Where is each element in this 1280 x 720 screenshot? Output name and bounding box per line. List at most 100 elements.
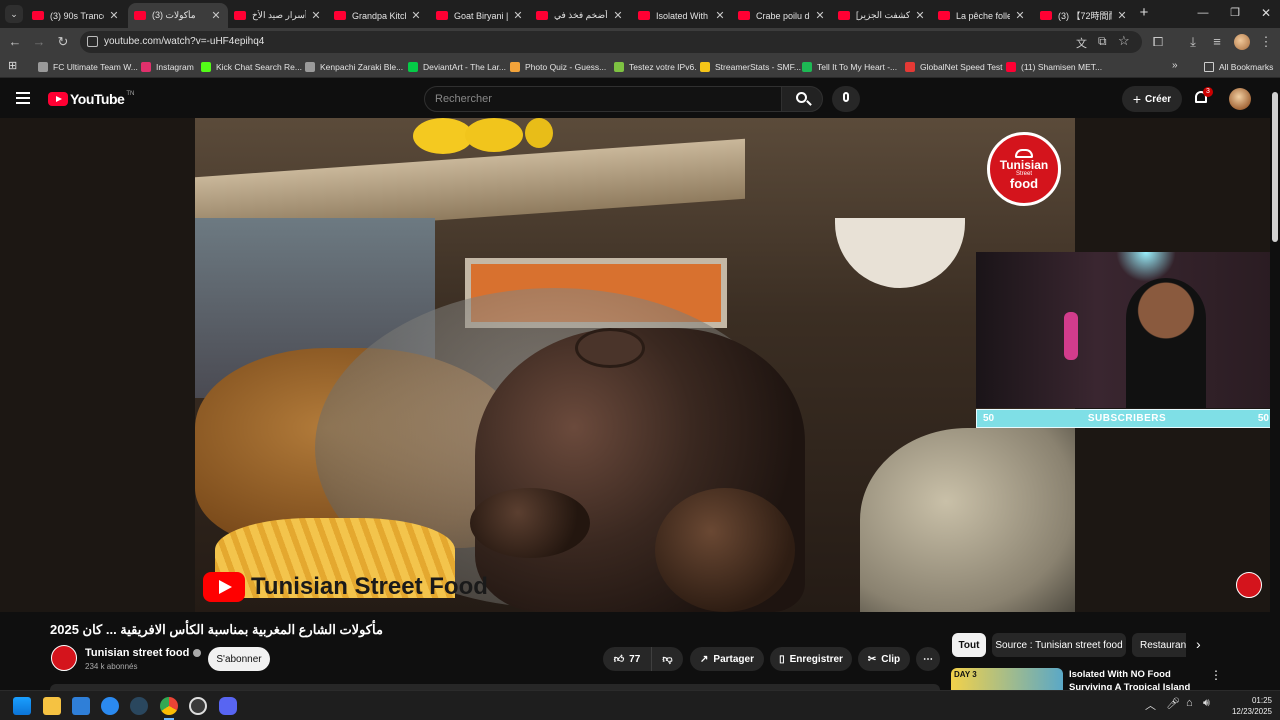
video-player[interactable]: Tunisian Street Food Tunisian Street foo… — [0, 118, 1270, 612]
all-bookmarks-folder[interactable]: All Bookmarks — [1204, 60, 1273, 74]
browser-tab[interactable]: Goat Biryani | ✕ — [430, 3, 530, 28]
tab-close-icon[interactable]: ✕ — [410, 9, 422, 22]
user-avatar[interactable] — [1229, 88, 1251, 110]
bookmark-item[interactable]: DeviantArt - The Lar... — [408, 60, 506, 74]
discord-icon[interactable] — [219, 697, 237, 715]
tab-close-icon[interactable]: ✕ — [612, 9, 624, 22]
extensions-icon[interactable]: ⧠ — [1150, 34, 1166, 50]
notifications-button[interactable]: 3 — [1192, 87, 1213, 109]
downloads-icon[interactable]: ⤓ — [1185, 34, 1201, 50]
browser-tab[interactable]: (3) 90s Trance ✕ — [26, 3, 126, 28]
window-close-icon[interactable]: ✕ — [1259, 4, 1273, 22]
tab-close-icon[interactable]: ✕ — [814, 9, 826, 22]
new-tab-icon[interactable]: + — [1136, 4, 1152, 22]
profile-avatar[interactable] — [1234, 34, 1250, 50]
browser-tab[interactable]: (3) 【72時間耐久 ✕ — [1034, 3, 1134, 28]
channel-avatar[interactable] — [51, 645, 77, 671]
apps-grid-icon[interactable]: ⊞ — [8, 60, 20, 72]
bookmark-item[interactable]: Instagram — [141, 60, 194, 74]
hamburger-menu-icon[interactable] — [16, 92, 30, 104]
browser-menu-icon[interactable]: ⋮ — [1258, 34, 1274, 50]
more-actions-button[interactable]: ⋯ — [916, 647, 940, 671]
bookmark-label: Testez votre IPv6. — [629, 62, 697, 72]
address-bar[interactable]: youtube.com/watch?v=-uHF4epihq4 文 ⧉ ☆ — [80, 31, 1142, 53]
translate-icon[interactable]: 文 — [1076, 35, 1087, 51]
bookmark-star-icon[interactable]: ☆ — [1118, 33, 1130, 49]
bookmark-item[interactable]: FC Ultimate Team W... — [38, 60, 138, 74]
tab-close-icon[interactable]: ✕ — [108, 9, 120, 22]
browser-tab[interactable]: أسرار صيد الأخ ✕ — [228, 3, 328, 28]
create-button[interactable]: + Créer — [1122, 86, 1182, 112]
start-windows-icon[interactable] — [13, 697, 31, 715]
bookmark-item[interactable]: Photo Quiz - Guess... — [510, 60, 606, 74]
tab-close-icon[interactable]: ✕ — [1014, 9, 1026, 22]
bookmark-item[interactable]: Tell It To My Heart -... — [802, 60, 897, 74]
like-button[interactable]: 👍︎ 77 — [603, 647, 651, 671]
tab-close-icon[interactable]: ✕ — [512, 9, 524, 22]
network-icon[interactable]: ⌂ — [1186, 697, 1193, 709]
grilled-eggplant — [575, 328, 645, 368]
channel-name[interactable]: Tunisian street food — [85, 647, 202, 659]
chips-next-icon[interactable]: › — [1196, 636, 1201, 652]
channel-watermark-icon[interactable] — [1236, 572, 1262, 598]
bookmark-item[interactable]: Testez votre IPv6. — [614, 60, 697, 74]
youtube-logo[interactable]: YouTube TN — [48, 91, 134, 107]
microphone-tray-icon[interactable]: 🎤︎ — [1166, 697, 1180, 710]
tray-overflow-icon[interactable]: ︿ — [1145, 697, 1156, 713]
subscribe-button[interactable]: S'abonner — [208, 647, 270, 671]
steam-icon[interactable] — [130, 697, 148, 715]
media-control-icon[interactable]: ≡ — [1209, 34, 1225, 50]
chip-restaurant[interactable]: Restaurant — [1132, 633, 1186, 657]
video-frame[interactable]: Tunisian Street Food Tunisian Street foo… — [195, 118, 1075, 612]
browser-tab[interactable]: Grandpa Kitch ✕ — [328, 3, 428, 28]
browser-tab[interactable]: La pêche folle ✕ — [932, 3, 1032, 28]
chip-source-channel[interactable]: Source : Tunisian street food — [992, 633, 1126, 657]
save-button[interactable]: ▯ Enregistrer — [770, 647, 852, 671]
reload-icon[interactable]: ↻ — [55, 34, 71, 50]
page-scrollbar[interactable] — [1272, 92, 1278, 242]
clock[interactable]: 01:25 12/23/2025 — [1222, 695, 1272, 717]
search-input[interactable]: Rechercher — [424, 86, 782, 112]
tab-search-button[interactable]: ⌄ — [5, 5, 23, 23]
tab-close-icon[interactable]: ✕ — [1116, 9, 1128, 22]
bookmark-item[interactable]: Kenpachi Zaraki Ble... — [305, 60, 403, 74]
obs-icon[interactable] — [189, 697, 207, 715]
browser-tab[interactable]: Isolated With N ✕ — [632, 3, 732, 28]
tab-close-icon[interactable]: ✕ — [714, 9, 726, 22]
search-button[interactable] — [781, 86, 823, 112]
recommended-thumbnail[interactable]: DAY 3 — [951, 668, 1063, 690]
minimize-icon[interactable]: — — [1196, 4, 1210, 22]
back-arrow-icon[interactable]: ← — [7, 34, 23, 50]
tab-close-icon[interactable]: ✕ — [210, 9, 222, 22]
share-button[interactable]: ↗ Partager — [690, 647, 764, 671]
bookmark-item[interactable]: (11) Shamisen MET... — [1006, 60, 1102, 74]
tab-close-icon[interactable]: ✕ — [310, 9, 322, 22]
restore-icon[interactable]: ❐ — [1228, 4, 1242, 22]
bookmark-item[interactable]: StreamerStats - SMF... — [700, 60, 801, 74]
voice-search-button[interactable] — [832, 86, 860, 112]
subscriber-count: 234 k abonnés — [85, 662, 138, 671]
chip-all[interactable]: Tout — [952, 633, 986, 657]
media-player-icon[interactable] — [101, 697, 119, 715]
bookmark-favicon-icon — [700, 62, 710, 72]
forward-arrow-icon[interactable]: → — [31, 34, 47, 50]
browser-tab[interactable]: [كشفت الجزير] ✕ — [832, 3, 932, 28]
browser-tab[interactable]: (3) مأكولات ✕ — [128, 3, 228, 28]
volume-icon[interactable]: 🔊︎ — [1203, 697, 1210, 710]
dislike-button[interactable]: 👎︎ — [651, 647, 683, 671]
browser-tab[interactable]: أضخم فخذ في ✕ — [530, 3, 630, 28]
site-info-icon[interactable] — [87, 36, 98, 47]
recommended-more-icon[interactable]: ⋮ — [1210, 668, 1222, 682]
chrome-icon[interactable] — [160, 697, 178, 715]
tab-close-icon[interactable]: ✕ — [914, 9, 926, 22]
outlook-icon[interactable] — [72, 697, 90, 715]
install-app-icon[interactable]: ⧉ — [1098, 34, 1107, 49]
bookmark-item[interactable]: Kick Chat Search Re... — [201, 60, 302, 74]
recommended-title[interactable]: Isolated With NO Food Surviving A Tropic… — [1069, 668, 1205, 690]
streamer-person — [1126, 278, 1206, 408]
clip-button[interactable]: ✂ Clip — [858, 647, 910, 671]
bookmark-item[interactable]: GlobalNet Speed Test — [905, 60, 1003, 74]
browser-tab[interactable]: Crabe poilu de ✕ — [732, 3, 832, 28]
bookmarks-overflow-icon[interactable]: » — [1172, 60, 1178, 71]
file-explorer-icon[interactable] — [43, 697, 61, 715]
